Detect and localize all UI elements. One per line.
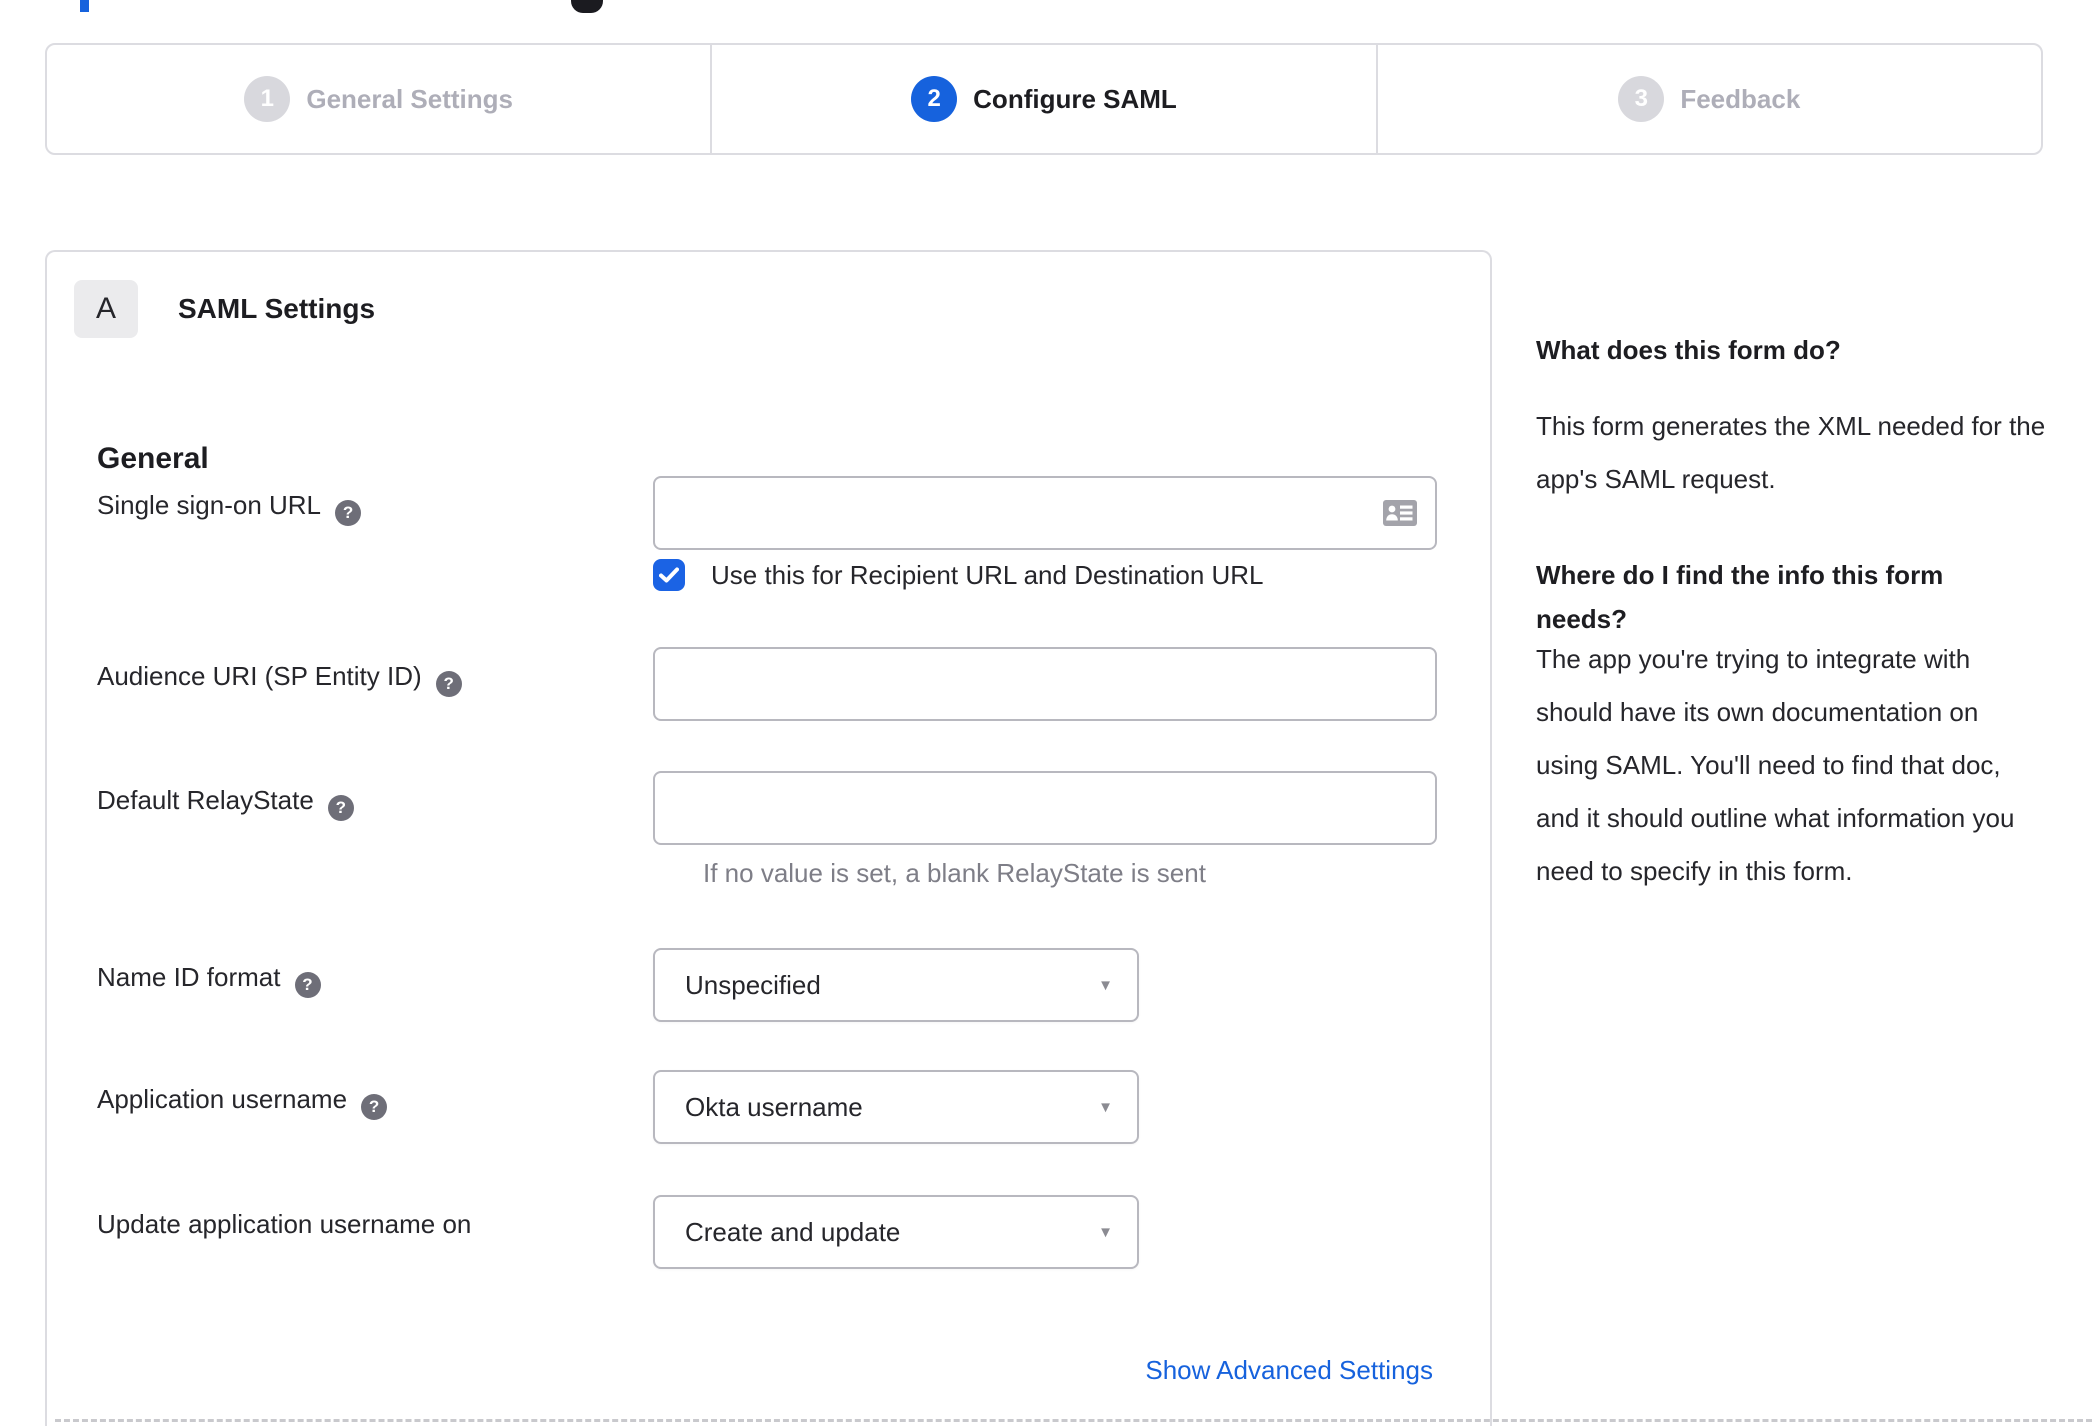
audience-uri-input[interactable] [653,647,1437,721]
step-label: General Settings [306,83,513,114]
relay-state-label: Default RelayState? [97,785,354,821]
step-label: Configure SAML [973,83,1177,114]
step-feedback[interactable]: 3 Feedback [1375,45,2041,153]
relay-state-input[interactable] [653,771,1437,845]
sso-url-control [653,476,1437,550]
relay-state-hint: If no value is set, a blank RelayState i… [703,858,1206,888]
dashed-separator [55,1419,2092,1422]
recipient-url-checkbox-row: Use this for Recipient URL and Destinati… [653,559,1264,591]
selected-value: Okta username [685,1091,863,1122]
help-icon[interactable]: ? [435,671,462,697]
update-username-control: Create and update ▼ [653,1195,1139,1269]
step-number-badge: 3 [1618,76,1665,122]
audience-uri-row: Audience URI (SP Entity ID)? [47,647,1490,721]
chevron-down-icon: ▼ [1098,1224,1113,1241]
recipient-url-checkbox-label[interactable]: Use this for Recipient URL and Destinati… [711,560,1264,591]
sidebar-heading-what: What does this form do? [1536,335,1841,365]
step-number-badge: 2 [911,76,958,122]
step-configure-saml[interactable]: 2 Configure SAML [710,45,1375,153]
step-label: Feedback [1680,83,1801,114]
name-id-format-control: Unspecified ▼ [653,948,1139,1022]
help-icon[interactable]: ? [327,795,354,821]
selected-value: Unspecified [685,969,821,1000]
update-username-select[interactable]: Create and update ▼ [653,1195,1139,1269]
show-advanced-settings-link[interactable]: Show Advanced Settings [1145,1355,1433,1386]
relay-state-control [653,771,1437,845]
sso-url-input[interactable] [653,476,1437,550]
sso-url-row: Single sign-on URL? [47,476,1490,550]
saml-settings-panel: A SAML Settings General Single sign-on U… [45,250,1492,1426]
cropped-blue-artifact [80,0,89,12]
chevron-down-icon: ▼ [1098,1099,1113,1116]
recipient-url-checkbox[interactable] [653,559,685,591]
panel-header: A SAML Settings [74,280,375,338]
name-id-format-select[interactable]: Unspecified ▼ [653,948,1139,1022]
update-username-label: Update application username on [97,1209,472,1239]
help-icon[interactable]: ? [294,972,321,998]
sidebar-body-where: The app you're trying to integrate with … [1536,644,2015,886]
sidebar-body-what: This form generates the XML needed for t… [1536,411,2046,494]
step-number-badge: 1 [244,76,291,122]
relay-state-row: Default RelayState? [47,771,1490,845]
sidebar-heading-where: Where do I find the info this form needs… [1536,560,1944,634]
audience-uri-control [653,647,1437,721]
general-section-title: General [97,442,209,475]
name-id-format-label: Name ID format? [97,962,321,998]
cropped-dark-artifact [571,0,603,13]
contact-card-icon[interactable] [1383,500,1417,526]
step-general-settings[interactable]: 1 General Settings [47,45,710,153]
application-username-select[interactable]: Okta username ▼ [653,1070,1139,1144]
wizard-stepper: 1 General Settings 2 Configure SAML 3 Fe… [45,43,2043,155]
section-a-badge: A [74,280,138,338]
sso-url-label: Single sign-on URL? [97,490,362,526]
audience-uri-label: Audience URI (SP Entity ID)? [97,661,462,697]
panel-title: SAML Settings [178,293,376,324]
selected-value: Create and update [685,1216,901,1247]
application-username-control: Okta username ▼ [653,1070,1139,1144]
application-username-label: Application username? [97,1084,388,1120]
chevron-down-icon: ▼ [1098,977,1113,994]
help-icon[interactable]: ? [335,500,362,526]
checkmark-icon [659,567,679,583]
help-icon[interactable]: ? [361,1094,388,1120]
